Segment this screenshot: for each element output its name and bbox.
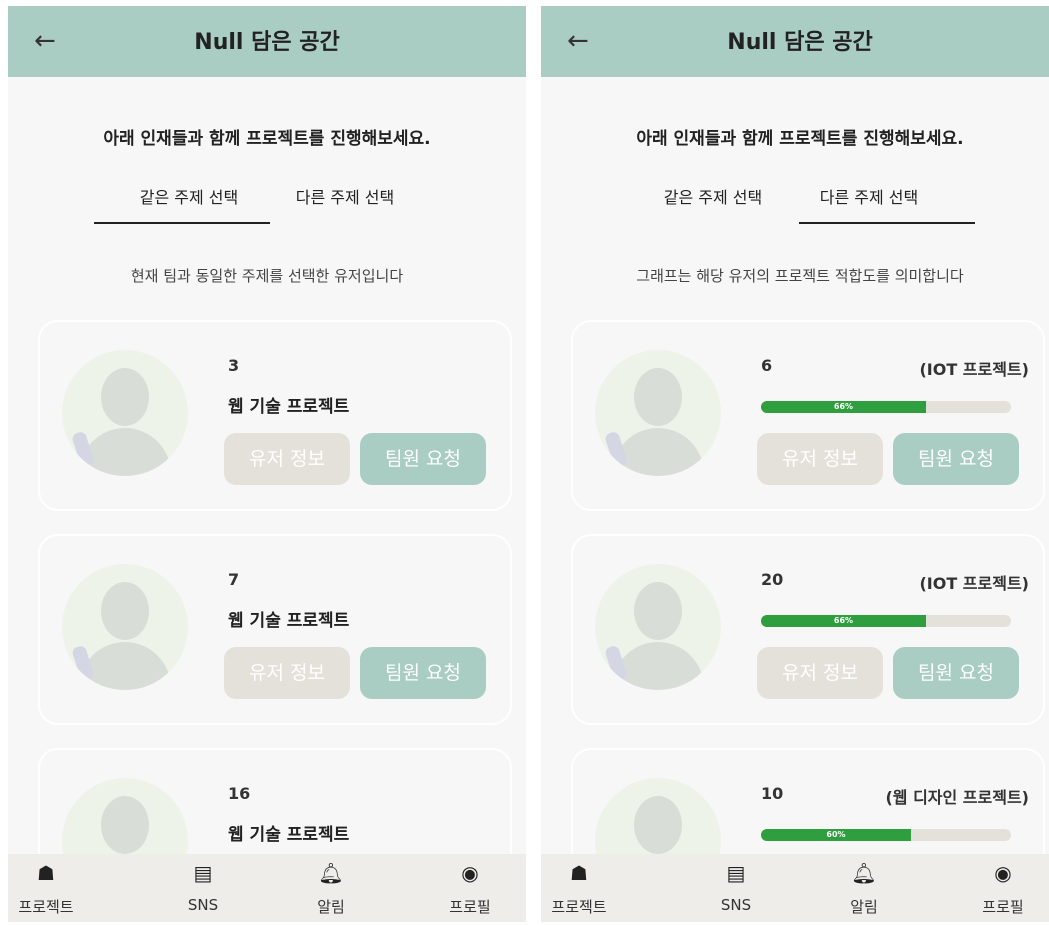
nav-item-sns[interactable]: ▤ SNS [158,854,248,922]
nav-item-profile[interactable]: ◉ 프로필 [425,854,515,922]
page-subtitle: 아래 인재들과 함께 프로젝트를 진행해보세요. [103,129,431,149]
user-id: 3 [228,356,240,375]
nav-item-notifications[interactable]: 🔔︎ 알림 [286,854,376,922]
nav-label: 프로필 [449,898,491,916]
app-header: ← Null 담은 공간 [8,6,526,77]
project-name: (웹 디자인 프로젝트) [885,788,1029,807]
bottom-nav: ☗ 프로젝트 ▤ SNS 🔔︎ 알림 ◉ 프로필 [8,854,526,922]
profile-icon: ◉ [461,861,479,885]
app-header: ← Null 담은 공간 [541,6,1049,77]
project-name: 웹 기술 프로젝트 [228,397,350,417]
bell-icon: 🔔︎ [851,861,877,885]
project-name: 웹 기술 프로젝트 [228,825,350,845]
user-id: 7 [228,570,240,589]
nav-label: SNS [187,896,219,914]
nav-item-project[interactable]: ☗ 프로젝트 [541,854,624,922]
tab-different-topic[interactable]: 다른 주제 선택 [270,184,420,208]
avatar [62,564,188,690]
app-title: Null 담은 공간 [194,30,340,55]
user-info-button[interactable]: 유저 정보 [757,647,883,699]
user-id: 10 [761,784,784,803]
home-icon: ☗ [570,861,588,885]
screen-same-topic: ← Null 담은 공간 아래 인재들과 함께 프로젝트를 진행해보세요. 같은… [8,6,526,922]
tab-same-topic[interactable]: 같은 주제 선택 [114,184,264,208]
team-request-button[interactable]: 팀원 요청 [893,433,1019,485]
nav-label: 프로젝트 [551,898,607,916]
user-info-button[interactable]: 유저 정보 [757,433,883,485]
nav-label: 프로필 [982,898,1024,916]
nav-label: 프로젝트 [18,898,74,916]
user-id: 16 [228,784,251,803]
user-card: 7 웹 기술 프로젝트 유저 정보 팀원 요청 [38,534,512,725]
nav-label: 알림 [317,898,345,916]
fit-progress-bar: 66% [761,401,1011,413]
fit-progress-label: 66% [833,616,854,625]
document-icon: ▤ [193,861,213,885]
team-request-button[interactable]: 팀원 요청 [893,647,1019,699]
project-name: (IOT 프로젝트) [919,360,1029,379]
profile-icon: ◉ [994,861,1012,885]
avatar [595,564,721,690]
bottom-nav: ☗ 프로젝트 ▤ SNS 🔔︎ 알림 ◉ 프로필 [541,854,1049,922]
fit-progress-label: 66% [833,402,854,411]
nav-item-profile[interactable]: ◉ 프로필 [958,854,1048,922]
fit-progress-bar: 60% [761,829,1011,841]
bell-icon: 🔔︎ [318,861,344,885]
user-card: 3 웹 기술 프로젝트 유저 정보 팀원 요청 [38,320,512,511]
user-id: 20 [761,570,784,589]
tab-different-topic[interactable]: 다른 주제 선택 [794,184,944,208]
avatar [595,350,721,476]
tab-same-topic[interactable]: 같은 주제 선택 [638,184,788,208]
tab-description: 현재 팀과 동일한 주제를 선택한 유저입니다 [130,267,404,285]
user-info-button[interactable]: 유저 정보 [224,433,350,485]
active-tab-indicator [799,222,975,224]
active-tab-indicator [94,222,270,224]
user-card: 20 (IOT 프로젝트) 66% 유저 정보 팀원 요청 [571,534,1045,725]
project-name: 웹 기술 프로젝트 [228,611,350,631]
page-subtitle: 아래 인재들과 함께 프로젝트를 진행해보세요. [636,129,964,149]
app-title: Null 담은 공간 [727,30,873,55]
fit-progress-label: 60% [826,830,846,839]
avatar [62,350,188,476]
home-icon: ☗ [37,861,55,885]
document-icon: ▤ [726,861,746,885]
fit-progress-bar: 66% [761,615,1011,627]
team-request-button[interactable]: 팀원 요청 [360,647,486,699]
project-name: (IOT 프로젝트) [919,574,1029,593]
screen-different-topic: ← Null 담은 공간 아래 인재들과 함께 프로젝트를 진행해보세요. 같은… [541,6,1049,922]
nav-item-project[interactable]: ☗ 프로젝트 [8,854,91,922]
user-info-button[interactable]: 유저 정보 [224,647,350,699]
nav-label: SNS [720,896,752,914]
nav-item-sns[interactable]: ▤ SNS [691,854,781,922]
tab-description: 그래프는 해당 유저의 프로젝트 적합도를 의미합니다 [636,267,964,285]
team-request-button[interactable]: 팀원 요청 [360,433,486,485]
nav-item-notifications[interactable]: 🔔︎ 알림 [819,854,909,922]
user-card: 6 (IOT 프로젝트) 66% 유저 정보 팀원 요청 [571,320,1045,511]
nav-label: 알림 [850,898,878,916]
user-id: 6 [761,356,773,375]
